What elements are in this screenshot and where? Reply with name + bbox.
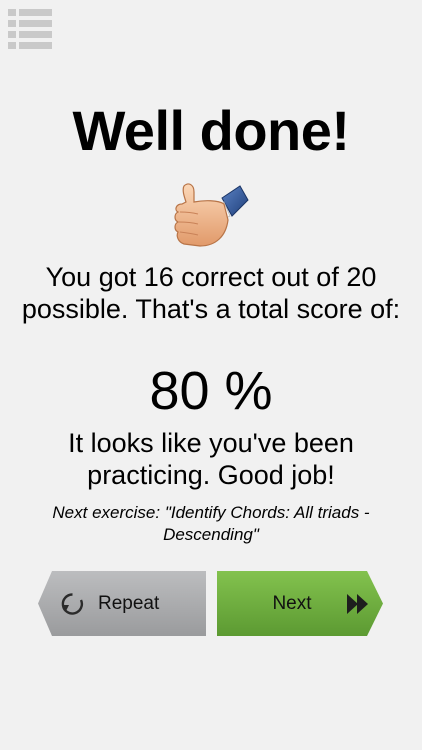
next-exercise-info: Next exercise: "Identify Chords: All tri… [52,503,370,545]
thumbs-up-icon [174,183,249,247]
next-label: Next [272,593,312,614]
feedback-message: It looks like you've been practicing. Go… [68,428,354,490]
repeat-icon [61,593,84,615]
repeat-label: Repeat [98,593,160,614]
next-button[interactable]: Next [217,571,383,636]
result-summary: You got 16 correct out of 20 possible. T… [21,262,401,324]
repeat-button[interactable]: Repeat [38,571,206,636]
score-value: 80 % [149,361,273,421]
page-title: Well done! [72,99,350,162]
list-menu-icon [8,9,52,16]
menu-button[interactable] [8,9,52,51]
fast-forward-icon [347,594,368,614]
